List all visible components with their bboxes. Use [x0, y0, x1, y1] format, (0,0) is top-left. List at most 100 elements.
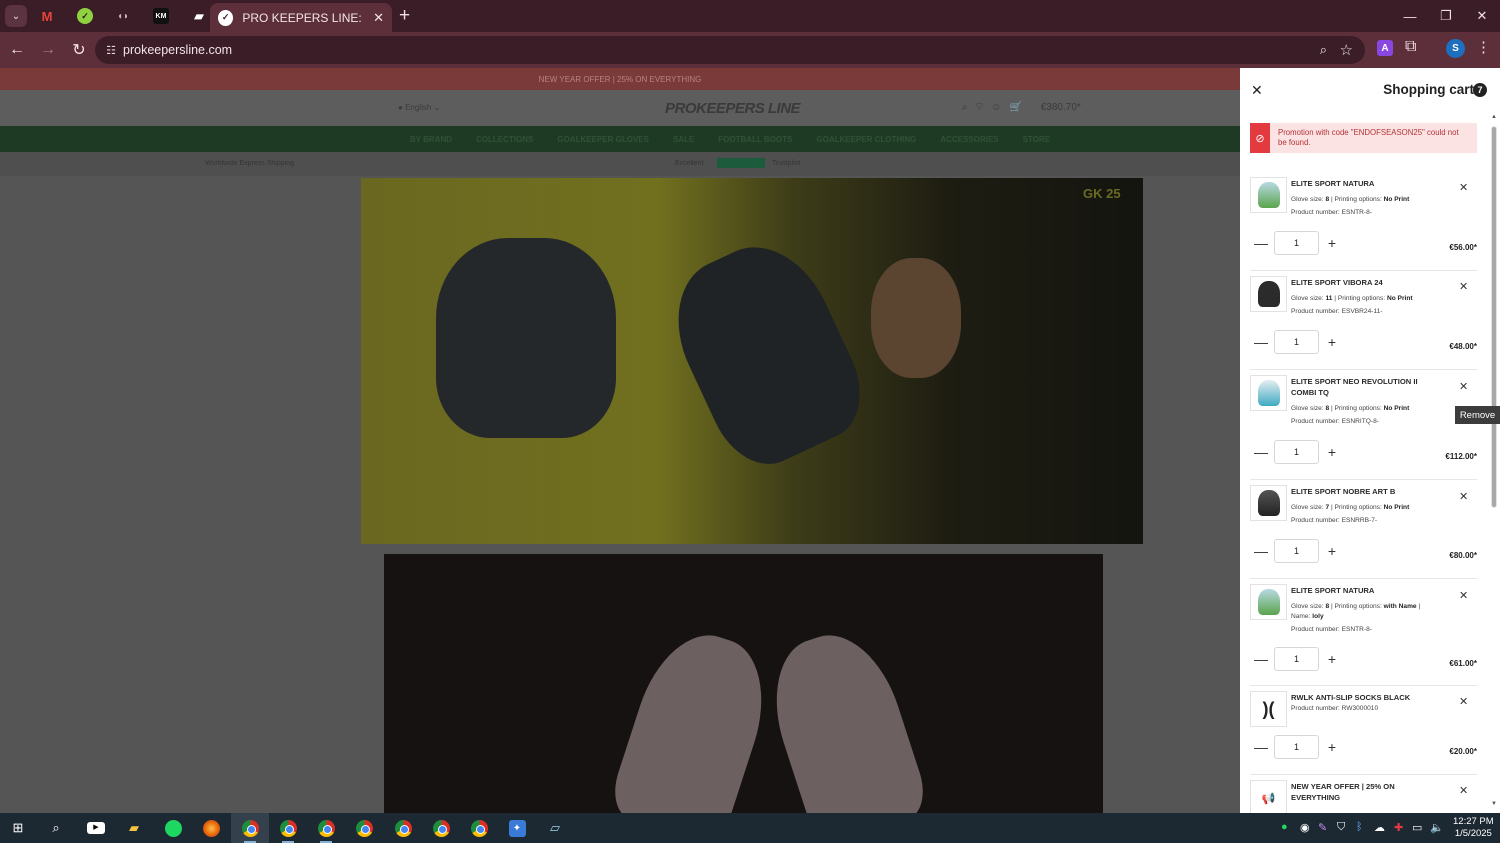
system-clock[interactable]: 12:27 PM 1/5/2025	[1453, 816, 1494, 840]
nav-item[interactable]: SALE	[673, 135, 694, 144]
app-icon[interactable]: ✦	[507, 818, 527, 838]
bookmark-star-icon[interactable]: ☆	[1340, 41, 1353, 59]
nav-item[interactable]: FOOTBALL BOOTS	[718, 135, 792, 144]
boots-banner-image[interactable]	[384, 554, 1103, 813]
increase-qty-button[interactable]: +	[1321, 235, 1343, 251]
language-selector[interactable]: ● English ⌄	[398, 103, 440, 112]
decrease-qty-button[interactable]: —	[1250, 543, 1272, 559]
quantity-input[interactable]: 1	[1274, 330, 1319, 354]
decrease-qty-button[interactable]: —	[1250, 235, 1272, 251]
chrome-icon[interactable]	[278, 818, 298, 838]
volume-icon[interactable]: 🔈	[1430, 821, 1444, 834]
hero-banner-image[interactable]: GK 25	[361, 178, 1143, 544]
pinned-tab-check[interactable]: ✓	[67, 2, 103, 30]
item-name[interactable]: ELITE SPORT VIBORA 24	[1291, 278, 1421, 289]
decrease-qty-button[interactable]: —	[1250, 651, 1272, 667]
quantity-input[interactable]: 1	[1274, 735, 1319, 759]
active-tab[interactable]: ✓ PRO KEEPERS LINE: Goalkeeper ✕	[210, 3, 392, 32]
product-thumbnail[interactable]	[1250, 485, 1287, 521]
product-thumbnail[interactable]	[1250, 584, 1287, 620]
increase-qty-button[interactable]: +	[1321, 543, 1343, 559]
remove-item-icon[interactable]: ✕	[1459, 784, 1468, 797]
profile-avatar[interactable]: S	[1446, 39, 1465, 58]
product-thumbnail[interactable]: )(	[1250, 691, 1287, 727]
scroll-down-icon[interactable]: ▼	[1491, 801, 1497, 807]
increase-qty-button[interactable]: +	[1321, 334, 1343, 350]
remove-item-icon[interactable]: ✕	[1459, 490, 1468, 503]
remove-item-icon[interactable]: ✕	[1459, 181, 1468, 194]
site-info-icon[interactable]: ☷	[103, 44, 119, 57]
decrease-qty-button[interactable]: —	[1250, 739, 1272, 755]
youtube-icon[interactable]: ▶	[86, 818, 106, 838]
file-explorer-icon[interactable]: ▰	[124, 818, 144, 838]
notepad-icon[interactable]: ▱	[545, 818, 565, 838]
chrome-icon[interactable]	[354, 818, 374, 838]
extensions-puzzle-icon[interactable]: ⧉	[1405, 38, 1416, 56]
quantity-input[interactable]: 1	[1274, 231, 1319, 255]
tab-search-chevron-icon[interactable]: ⌄	[5, 5, 27, 27]
product-thumbnail[interactable]	[1250, 375, 1287, 411]
restore-icon[interactable]: ❐	[1428, 0, 1464, 32]
security-tray-icon[interactable]: ⛉	[1337, 821, 1345, 834]
chrome-icon[interactable]	[431, 818, 451, 838]
antivirus-tray-icon[interactable]: ✚	[1394, 821, 1403, 834]
cloud-tray-icon[interactable]: ☁	[1374, 821, 1385, 834]
spotify-icon[interactable]	[163, 818, 183, 838]
increase-qty-button[interactable]: +	[1321, 739, 1343, 755]
chrome-icon[interactable]	[240, 818, 260, 838]
chrome-tray-icon[interactable]: ◉	[1300, 821, 1310, 834]
browser-menu-icon[interactable]: ⋮	[1476, 38, 1491, 56]
pen-tray-icon[interactable]: ✎	[1318, 821, 1327, 834]
page-backdrop[interactable]: NEW YEAR OFFER | 25% ON EVERYTHING ● Eng…	[0, 68, 1240, 813]
minimize-icon[interactable]: —	[1392, 0, 1428, 32]
address-bar[interactable]: ☷ prokeepersline.com ⌕ ☆	[95, 36, 1365, 64]
nav-item[interactable]: STORE	[1023, 135, 1050, 144]
firefox-icon[interactable]	[201, 818, 221, 838]
item-name[interactable]: ELITE SPORT NEO REVOLUTION II COMBI TQ	[1291, 377, 1421, 398]
item-name[interactable]: ELITE SPORT NATURA	[1291, 179, 1421, 190]
chrome-icon[interactable]	[469, 818, 489, 838]
close-tab-icon[interactable]: ✕	[373, 10, 384, 26]
new-tab-button[interactable]: +	[399, 6, 410, 25]
quantity-input[interactable]: 1	[1274, 647, 1319, 671]
increase-qty-button[interactable]: +	[1321, 651, 1343, 667]
extension-icon[interactable]: A	[1377, 40, 1393, 56]
increase-qty-button[interactable]: +	[1321, 444, 1343, 460]
remove-item-icon[interactable]: ✕	[1459, 589, 1468, 602]
nav-item[interactable]: GOALKEEPER GLOVES	[557, 135, 649, 144]
item-name[interactable]: ELITE SPORT NATURA	[1291, 586, 1421, 597]
nav-item[interactable]: ACCESSORIES	[940, 135, 998, 144]
close-window-icon[interactable]: ✕	[1464, 0, 1500, 32]
chrome-icon[interactable]	[393, 818, 413, 838]
site-logo[interactable]: PROKEEPERS LINE	[665, 100, 801, 117]
forward-button[interactable]: →	[34, 36, 62, 64]
remove-item-icon[interactable]: ✕	[1459, 380, 1468, 393]
product-thumbnail[interactable]	[1250, 276, 1287, 312]
zoom-icon[interactable]: ⌕	[1320, 42, 1327, 58]
decrease-qty-button[interactable]: —	[1250, 334, 1272, 350]
pinned-tab-km[interactable]: KM	[143, 2, 179, 30]
nav-item[interactable]: COLLECTIONS	[476, 135, 533, 144]
close-cart-icon[interactable]: ✕	[1251, 82, 1263, 99]
network-icon[interactable]: ▭	[1412, 821, 1422, 834]
item-name[interactable]: ELITE SPORT NOBRE ART B	[1291, 487, 1421, 498]
search-icon[interactable]: ⌕	[46, 818, 66, 838]
windows-start-icon[interactable]: ⊞	[8, 818, 28, 838]
remove-item-icon[interactable]: ✕	[1459, 280, 1468, 293]
scroll-up-icon[interactable]: ▲	[1491, 114, 1497, 120]
pinned-tab-audio[interactable]: ◖◗	[105, 2, 141, 30]
cart-scrollbar[interactable]: ▲ ▼	[1490, 114, 1498, 807]
back-button[interactable]: ←	[3, 36, 31, 64]
pinned-tab-gmail[interactable]: M	[29, 2, 65, 30]
quantity-input[interactable]: 1	[1274, 539, 1319, 563]
nav-item[interactable]: GOALKEEPER CLOTHING	[816, 135, 916, 144]
decrease-qty-button[interactable]: —	[1250, 444, 1272, 460]
scrollbar-thumb[interactable]	[1491, 126, 1497, 508]
reload-button[interactable]: ↻	[65, 36, 93, 64]
nav-item[interactable]: BY BRAND	[410, 135, 452, 144]
product-thumbnail[interactable]	[1250, 177, 1287, 213]
item-name[interactable]: RWLK ANTI-SLIP SOCKS BLACK	[1291, 693, 1421, 704]
remove-item-icon[interactable]: ✕	[1459, 695, 1468, 708]
bluetooth-tray-icon[interactable]: ᛒ	[1356, 821, 1363, 833]
quantity-input[interactable]: 1	[1274, 440, 1319, 464]
